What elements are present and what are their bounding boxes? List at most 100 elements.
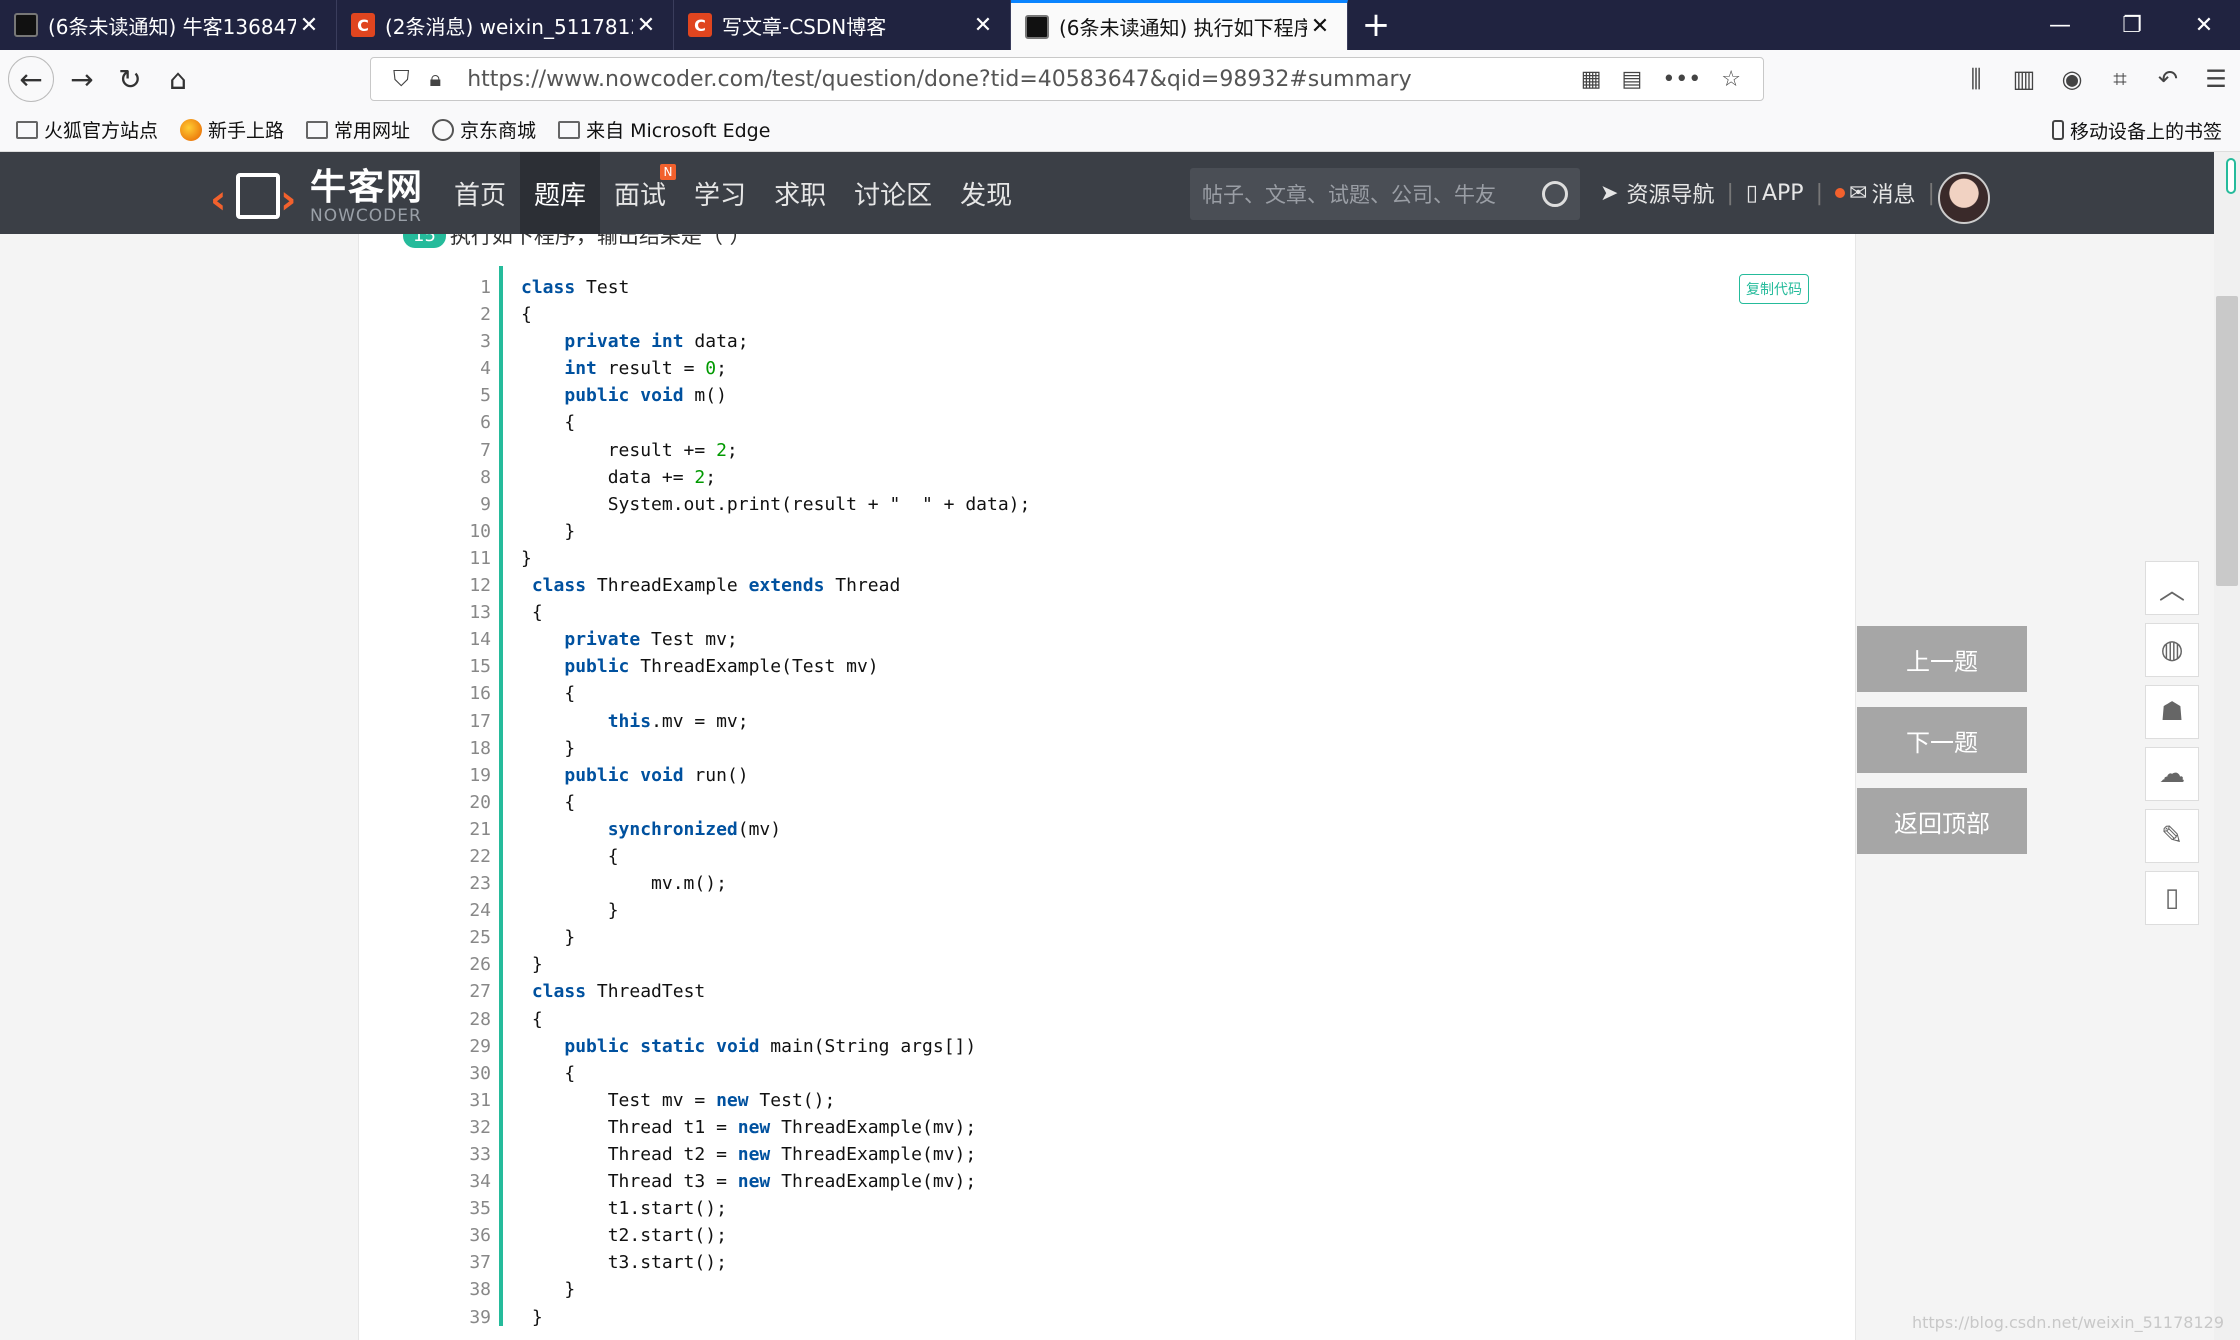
restore-icon[interactable]: ❐	[2096, 0, 2168, 50]
browser-tab-4[interactable]: (6条未读通知) 执行如下程序, ✕	[1011, 0, 1348, 50]
sidebar-icon[interactable]: ▥	[2000, 65, 2048, 93]
nav-home[interactable]: 首页	[440, 152, 520, 234]
browser-tab-1[interactable]: (6条未读通知) 牛客13684798 ✕	[0, 0, 337, 50]
bookmarks-bar: 火狐官方站点 新手上路 常用网址 京东商城 来自 Microsoft Edge …	[0, 108, 2240, 152]
folder-icon	[306, 120, 329, 139]
line-number: 25	[469, 927, 491, 949]
code-line: {	[521, 845, 619, 867]
lock-icon[interactable]: 🔒︎	[430, 67, 442, 92]
page-actions-icon[interactable]: •••	[1662, 67, 1701, 92]
account-icon[interactable]: ◉	[2048, 65, 2096, 93]
shield-icon[interactable]: ⛉	[393, 67, 410, 92]
reader-view-icon[interactable]: ▤	[1622, 67, 1643, 92]
code-line: {	[521, 412, 576, 434]
bookmark-item[interactable]: 新手上路	[180, 116, 284, 143]
bookmark-item[interactable]: 来自 Microsoft Edge	[558, 116, 770, 143]
new-tab-button[interactable]: +	[1348, 0, 1404, 50]
minimize-icon[interactable]: —	[2024, 0, 2096, 50]
navigation-bar: ← → ↻ ⌂ ⛉ 🔒︎ https://www.nowcoder.com/te…	[0, 50, 2240, 108]
csdn-icon: C	[351, 13, 375, 37]
question-header: 15 执行如下程序，输出结果是（ ）	[403, 234, 751, 250]
line-number: 2	[480, 304, 491, 326]
scroll-grip-icon[interactable]	[2226, 158, 2236, 194]
code-content: class Test { private int data; int result…	[521, 274, 1030, 1331]
wechat-icon[interactable]: ☁	[2145, 747, 2199, 801]
code-line: }	[521, 520, 576, 542]
line-number: 3	[480, 331, 491, 353]
tab-title: 写文章-CSDN博客	[722, 14, 887, 39]
close-window-icon[interactable]: ✕	[2168, 0, 2240, 50]
bookmark-item[interactable]: 火狐官方站点	[16, 116, 158, 143]
site-search-input[interactable]: 帖子、文章、试题、公司、牛友	[1190, 168, 1580, 220]
prev-question-button[interactable]: 上一题	[1857, 626, 2027, 692]
nav-discover[interactable]: 发现	[946, 152, 1026, 234]
close-icon[interactable]: ✕	[633, 13, 659, 38]
line-number: 18	[469, 737, 491, 759]
line-number: 17	[469, 710, 491, 732]
line-number: 22	[469, 845, 491, 867]
line-number: 32	[469, 1116, 491, 1138]
next-question-button[interactable]: 下一题	[1857, 707, 2027, 773]
logo-subtext: NOWCODER	[310, 206, 422, 226]
resource-nav-link[interactable]: ➤ 资源导航	[1600, 177, 1714, 209]
nav-discuss[interactable]: 讨论区	[840, 152, 946, 234]
mobile-bookmarks[interactable]: 移动设备上的书签	[2051, 108, 2222, 152]
qr-code-icon[interactable]: ▦	[1581, 67, 1602, 92]
firefox-icon	[180, 118, 203, 141]
nowcoder-logo-icon: ‹ ›	[206, 159, 302, 225]
line-number: 16	[469, 683, 491, 705]
bookmark-star-icon[interactable]: ☆	[1721, 67, 1741, 92]
undo-icon[interactable]: ↶	[2144, 65, 2192, 93]
library-icon[interactable]: ⫼	[1952, 65, 2000, 93]
nav-jobs[interactable]: 求职	[760, 152, 840, 234]
app-label: APP	[1761, 180, 1804, 206]
code-line: t2.start();	[521, 1225, 727, 1247]
close-icon[interactable]: ✕	[1307, 14, 1333, 39]
back-icon[interactable]: ←	[8, 56, 54, 102]
weibo-icon[interactable]: ◍	[2145, 623, 2199, 677]
mobile-icon[interactable]: ▯	[2145, 871, 2199, 925]
line-number: 7	[480, 439, 491, 461]
line-number: 36	[469, 1225, 491, 1247]
browser-tab-3[interactable]: C 写文章-CSDN博客 ✕	[674, 0, 1011, 50]
code-line: private Test mv;	[564, 629, 738, 651]
bookmark-item[interactable]: 京东商城	[432, 116, 536, 143]
url-bar[interactable]: ⛉ 🔒︎ https://www.nowcoder.com/test/quest…	[370, 57, 1764, 101]
qq-icon[interactable]: ☗	[2145, 685, 2199, 739]
browser-tab-2[interactable]: C (2条消息) weixin_51178129的 ✕	[337, 0, 674, 50]
edit-icon[interactable]: ✎	[2145, 809, 2199, 863]
url-text[interactable]: https://www.nowcoder.com/test/question/d…	[467, 67, 1571, 92]
mobile-bookmarks-label: 移动设备上的书签	[2069, 120, 2222, 143]
nav-question-bank[interactable]: 题库	[520, 152, 601, 234]
nav-learn[interactable]: 学习	[680, 152, 760, 234]
nav-interview[interactable]: 面试 N	[600, 152, 680, 234]
close-icon[interactable]: ✕	[970, 13, 996, 38]
scrollbar-thumb[interactable]	[2216, 296, 2238, 586]
close-icon[interactable]: ✕	[296, 13, 322, 38]
navigation-arrow-icon: ➤	[1600, 180, 1619, 206]
back-to-top-button[interactable]: 返回顶部	[1857, 788, 2027, 854]
home-icon[interactable]: ⌂	[154, 55, 202, 103]
notification-dot	[1835, 188, 1845, 198]
copy-code-button[interactable]: 复制代码	[1739, 274, 1809, 304]
app-link[interactable]: ▯ APP	[1746, 181, 1804, 206]
avatar[interactable]	[1938, 172, 1990, 224]
code-line: }	[521, 1279, 576, 1301]
code-line: int result = 0;	[564, 358, 727, 380]
chevron-up-icon[interactable]: ︿	[2145, 561, 2199, 615]
code-line: t3.start();	[521, 1252, 727, 1274]
reload-icon[interactable]: ↻	[106, 55, 154, 103]
logo-text: 牛客网	[310, 167, 425, 208]
menu-icon[interactable]: ☰	[2192, 65, 2240, 93]
messages-link[interactable]: ✉ 消息	[1835, 177, 1915, 209]
question-text: 执行如下程序，输出结果是（ ）	[449, 234, 751, 248]
search-icon[interactable]	[1542, 181, 1568, 207]
screenshot-icon[interactable]: ⌗	[2096, 65, 2144, 93]
question-number: 15	[403, 234, 446, 248]
code-line: public void run()	[564, 764, 749, 786]
code-line: this.mv = mv;	[607, 710, 749, 732]
bookmark-item[interactable]: 常用网址	[306, 116, 410, 143]
code-line: Thread t2 = new ThreadExample(mv);	[521, 1144, 977, 1165]
forward-icon[interactable]: →	[58, 55, 106, 103]
site-logo[interactable]: ‹ › 牛客网 NOWCODER	[206, 158, 424, 226]
